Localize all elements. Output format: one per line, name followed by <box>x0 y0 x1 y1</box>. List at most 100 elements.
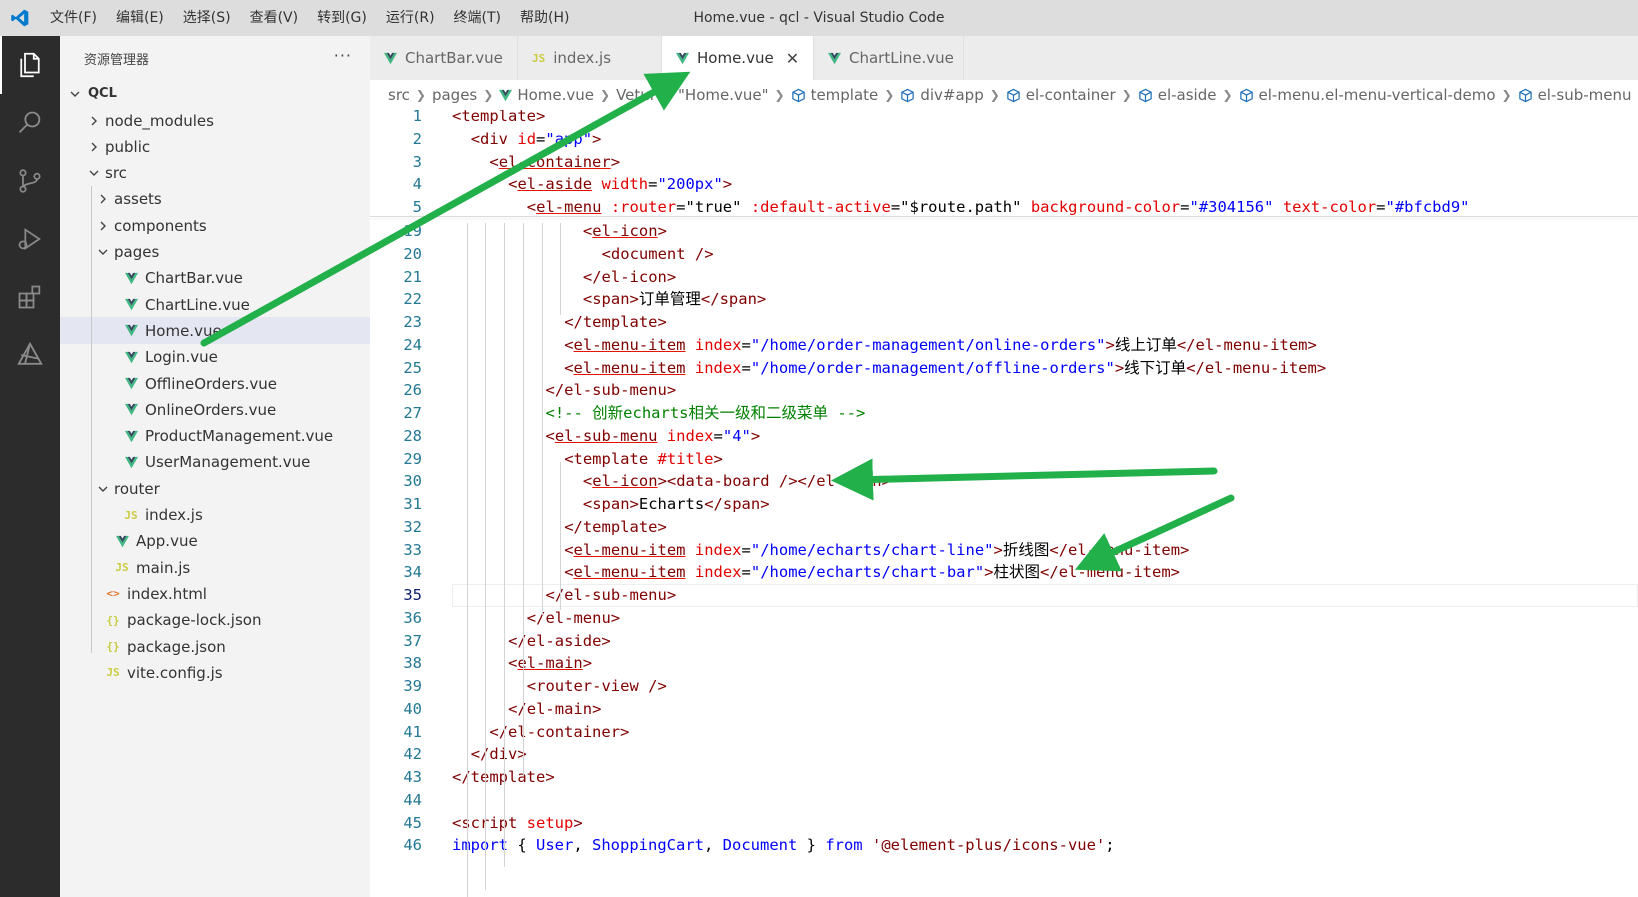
js-file-icon: JS <box>532 51 546 65</box>
menu-item[interactable]: 查看(V) <box>240 0 308 36</box>
tree-file[interactable]: ChartBar.vue <box>60 265 370 292</box>
tab-label: index.js <box>553 49 612 67</box>
breadcrumb-item[interactable]: Vetur ❯ <box>616 86 678 104</box>
code-token: 订单管理 <box>638 290 701 309</box>
line-code: <el-menu-item index="/home/echarts/chart… <box>564 539 1189 562</box>
code-token: </el-sub-menu> <box>545 586 677 604</box>
source-control-icon[interactable] <box>0 152 60 210</box>
code-editor[interactable]: 18<template #title>19<el-icon>20<documen… <box>370 110 1638 897</box>
menu-item[interactable]: 转到(G) <box>307 0 376 36</box>
line-code: </template> <box>564 516 667 539</box>
tree-folder[interactable]: public <box>60 133 370 160</box>
tree-folder[interactable]: pages <box>60 239 370 266</box>
editor-tab[interactable]: Home.vue ✕ <box>662 36 814 80</box>
breadcrumb-item[interactable]: pages ❯ <box>432 86 499 104</box>
breadcrumb-item[interactable]: el-menu.el-menu-vertical-demo ❯ <box>1239 86 1518 104</box>
code-line[interactable]: 36 </el-menu> <box>370 607 1638 630</box>
code-line[interactable]: 45 <script setup> <box>370 812 1638 835</box>
indent-guide <box>560 462 562 610</box>
tree-folder[interactable]: router <box>60 475 370 502</box>
tree-file[interactable]: UserManagement.vue <box>60 449 370 476</box>
code-token: 线上订单 <box>1114 335 1177 354</box>
tree-file[interactable]: ProductManagement.vue <box>60 423 370 450</box>
menu-item[interactable]: 帮助(H) <box>510 0 578 36</box>
tree-file[interactable]: App.vue <box>60 528 370 555</box>
editor-tab[interactable]: ChartBar.vue <box>370 36 518 80</box>
line-code: <el-icon><data-board /></el-icon> <box>583 470 891 493</box>
tree-file[interactable]: OfflineOrders.vue <box>60 370 370 397</box>
code-token: ><data-board /></el-icon> <box>657 472 891 491</box>
menu-item[interactable]: 运行(R) <box>376 0 444 36</box>
editor-tab[interactable]: JS index.js <box>518 36 662 80</box>
code-line[interactable]: 38 <el-main> <box>370 652 1638 675</box>
tree-file[interactable]: JS vite.config.js <box>60 659 370 686</box>
breadcrumb-item[interactable]: el-container ❯ <box>1006 86 1138 104</box>
code-line[interactable]: 44 <box>370 789 1638 812</box>
code-line[interactable]: 24 <el-menu-item index="/home/order-manag… <box>370 334 1638 357</box>
close-icon[interactable]: ✕ <box>786 49 799 68</box>
code-token: <span> <box>582 290 639 309</box>
tree-file[interactable]: <> index.html <box>60 580 370 607</box>
code-line[interactable]: 27 <!-- 创新echarts相关一级和二级菜单 --> <box>370 402 1638 425</box>
more-actions-icon[interactable]: ··· <box>334 46 352 65</box>
code-line[interactable]: 37 </el-aside> <box>370 630 1638 653</box>
breadcrumb-item[interactable]: div#app ❯ <box>900 86 1005 104</box>
code-line[interactable]: 28 <el-sub-menu index="4"> <box>370 425 1638 448</box>
tree-file[interactable]: Login.vue <box>60 344 370 371</box>
indent-guide <box>560 223 562 315</box>
menu-item[interactable]: 编辑(E) <box>106 0 173 36</box>
run-debug-icon[interactable] <box>0 210 60 268</box>
breadcrumb-item[interactable]: src ❯ <box>388 86 432 104</box>
cube-icon <box>900 88 915 103</box>
workspace-root[interactable]: QCL <box>60 80 370 107</box>
tree-folder[interactable]: assets <box>60 186 370 213</box>
line-number: 21 <box>403 267 422 286</box>
tree-folder[interactable]: node_modules <box>60 107 370 134</box>
chevron-right-icon: ❯ <box>884 88 895 102</box>
chevron-down-icon <box>85 167 103 179</box>
breadcrumb-label: el-container <box>1025 86 1116 104</box>
search-icon[interactable] <box>0 94 60 152</box>
tree-file[interactable]: ChartLine.vue <box>60 291 370 318</box>
tree-file[interactable]: JS index.js <box>60 502 370 529</box>
tree-item-label: package-lock.json <box>127 611 262 630</box>
breadcrumb-item[interactable]: el-sub-menu <box>1518 86 1632 104</box>
tree-item-label: assets <box>114 190 162 209</box>
tree-file[interactable]: OnlineOrders.vue <box>60 396 370 423</box>
code-line[interactable]: 39 <router-view /> <box>370 675 1638 698</box>
code-line[interactable]: 1 <template> <box>370 110 1638 128</box>
tree-file[interactable]: {} package-lock.json <box>60 607 370 634</box>
breadcrumb-item[interactable]: Home.vue ❯ <box>499 86 616 104</box>
line-number: 35 <box>403 586 422 604</box>
code-line[interactable]: 46 import { User, ShoppingCart, Document … <box>370 834 1638 857</box>
code-line[interactable]: 26 </el-sub-menu> <box>370 379 1638 402</box>
breadcrumb-item[interactable]: template ❯ <box>791 86 901 104</box>
vue-file-icon <box>121 351 141 364</box>
code-line[interactable]: 2 <div id="app"> <box>370 128 1638 151</box>
explorer-icon[interactable] <box>0 36 60 94</box>
tree-item-label: index.html <box>127 584 207 603</box>
code-line[interactable]: 40 </el-main> <box>370 698 1638 721</box>
line-number: 31 <box>403 495 422 513</box>
code-line[interactable]: 3 <el-container> <box>370 151 1638 174</box>
tree-folder[interactable]: components <box>60 212 370 239</box>
code-line[interactable]: 4 <el-aside width="200px"> <box>370 173 1638 196</box>
tree-folder[interactable]: src <box>60 160 370 187</box>
html-file-icon: <> <box>106 587 120 601</box>
breadcrumb-item[interactable]: "Home.vue" ❯ <box>678 86 791 104</box>
code-line[interactable]: 42 </div> <box>370 743 1638 766</box>
menu-item[interactable]: 终端(T) <box>444 0 510 36</box>
code-line[interactable]: 43</template> <box>370 766 1638 789</box>
code-line[interactable]: 25 <el-menu-item index="/home/order-manag… <box>370 357 1638 380</box>
tree-file[interactable]: Home.vue <box>60 317 370 345</box>
extensions-icon[interactable] <box>0 268 60 326</box>
tree-file[interactable]: {} package.json <box>60 633 370 660</box>
menu-item[interactable]: 选择(S) <box>173 0 240 36</box>
menu-item[interactable]: 文件(F) <box>40 0 106 36</box>
editor-tab[interactable]: ChartLine.vue <box>814 36 964 80</box>
breadcrumb-label: pages <box>431 86 478 104</box>
breadcrumb-item[interactable]: el-aside ❯ <box>1138 86 1239 104</box>
code-line[interactable]: 41 </el-container> <box>370 721 1638 744</box>
vetur-icon[interactable] <box>0 326 60 384</box>
tree-file[interactable]: JS main.js <box>60 554 370 581</box>
